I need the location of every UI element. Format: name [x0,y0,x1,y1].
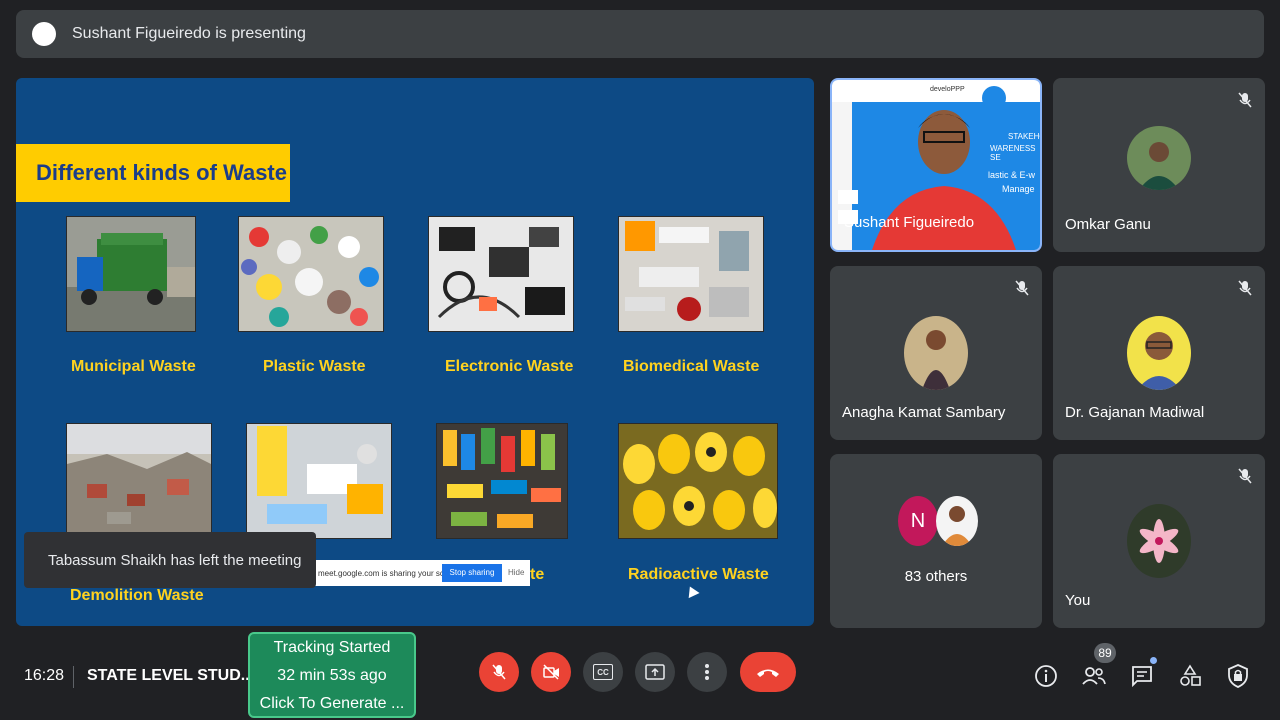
participant-tile-sushant[interactable]: develoPPP STAKEHO WARENESS SE lastic & E… [830,78,1042,252]
tracking-line-2: 32 min 53s ago [277,667,387,684]
people-count-badge: 89 [1094,643,1116,663]
hazardous-waste-label-partial: te [530,566,545,583]
hide-link[interactable]: Hide [508,568,524,577]
participant-tile-gajanan[interactable]: Dr. Gajanan Madiwal [1053,266,1265,440]
toast-text: Tabassum Shaikh has left the meeting [48,551,302,569]
captions-icon: CC [593,664,613,680]
participant-name-gajanan: Dr. Gajanan Madiwal [1065,404,1205,421]
speaker-slide-fragment-3: WARENESS SE [990,144,1036,162]
mic-off-icon [1238,92,1252,108]
avatar [904,316,968,390]
present-screen-button[interactable] [635,652,675,692]
host-controls-button[interactable] [1224,662,1252,690]
speaker-slide-fragment-4: lastic & E-w [988,170,1036,180]
activities-button[interactable] [1176,662,1204,690]
municipal-waste-label: Municipal Waste [71,358,196,375]
captions-button[interactable]: CC [583,652,623,692]
hazardous-waste-image [246,423,392,539]
people-icon [1082,667,1106,685]
meeting-title[interactable]: STATE LEVEL STUD... [87,667,254,685]
participant-left-toast: Tabassum Shaikh has left the meeting [24,532,316,588]
avatar [1127,126,1191,190]
more-options-button[interactable] [687,652,727,692]
divider [73,666,74,688]
municipal-waste-image [66,216,196,332]
shield-lock-icon [1228,664,1248,688]
speaker-slide-fragment-5: Manage [1002,184,1035,194]
hang-up-icon [757,669,779,677]
participant-tile-anagha[interactable]: Anagha Kamat Sambary [830,266,1042,440]
participant-name-sushant: Sushant Figueiredo [844,214,975,231]
chat-button[interactable] [1128,662,1156,690]
captions-icon-label: CC [597,667,609,677]
demolition-waste-image [66,423,212,535]
mic-toggle-button[interactable] [479,652,519,692]
participant-tile-omkar[interactable]: Omkar Ganu [1053,78,1265,252]
electronic-waste-image [428,216,574,332]
biomedical-waste-image [618,216,764,332]
mic-off-icon [492,664,506,680]
biomedical-waste-label: Biomedical Waste [623,358,760,375]
chat-icon [1132,666,1152,688]
mic-off-icon [1238,280,1252,296]
chat-notification-dot [1150,657,1157,664]
electronic-waste-label: Electronic Waste [445,358,574,375]
more-vertical-icon [705,664,709,680]
avatar [1127,316,1191,390]
info-icon [1035,665,1057,687]
presenter-icon [32,22,56,46]
mic-off-icon [1238,468,1252,484]
camera-off-icon [543,664,559,680]
stop-sharing-button[interactable]: Stop sharing [442,564,502,582]
participant-tile-others[interactable]: N 83 others [830,454,1042,628]
avatar [936,496,978,546]
tracking-line-1: Tracking Started [273,639,391,656]
people-button[interactable] [1080,662,1108,690]
radioactive-waste-label: Radioactive Waste [628,566,769,583]
activities-icon [1180,664,1201,686]
camera-toggle-button[interactable] [531,652,571,692]
presenter-banner-text: Sushant Figueiredo is presenting [72,25,306,42]
speaker-slide-fragment-1: develoPPP [930,86,965,93]
avatar-initial: N [898,496,938,546]
screen-share-notice: meet.google.com is sharing your screen. … [314,560,530,586]
participant-tile-you[interactable]: You [1053,454,1265,628]
battery-waste-image [436,423,568,539]
meeting-clock: 16:28 [24,667,65,684]
demolition-waste-label: Demolition Waste [70,587,204,604]
meeting-details-button[interactable] [1032,662,1060,690]
leave-call-button[interactable] [740,652,796,692]
participant-name-omkar: Omkar Ganu [1065,216,1151,233]
radioactive-waste-image [618,423,778,539]
others-count-label: 83 others [904,568,968,585]
avatar-initial-text: N [910,509,926,532]
plastic-waste-label: Plastic Waste [263,358,366,375]
plastic-waste-image [238,216,384,332]
speaker-slide-fragment-2: STAKEHO [1008,132,1042,141]
tracking-line-3: Click To Generate ... [259,695,405,712]
participant-name-anagha: Anagha Kamat Sambary [842,404,1006,421]
present-icon [645,664,665,680]
tracking-widget[interactable]: Tracking Started 32 min 53s ago Click To… [248,632,416,718]
slide-title: Different kinds of Waste [16,144,290,202]
screen-share-text: meet.google.com is sharing your screen. [318,568,463,578]
mic-off-icon [1015,280,1029,296]
avatar [1127,504,1191,578]
participant-name-you: You [1065,592,1091,609]
